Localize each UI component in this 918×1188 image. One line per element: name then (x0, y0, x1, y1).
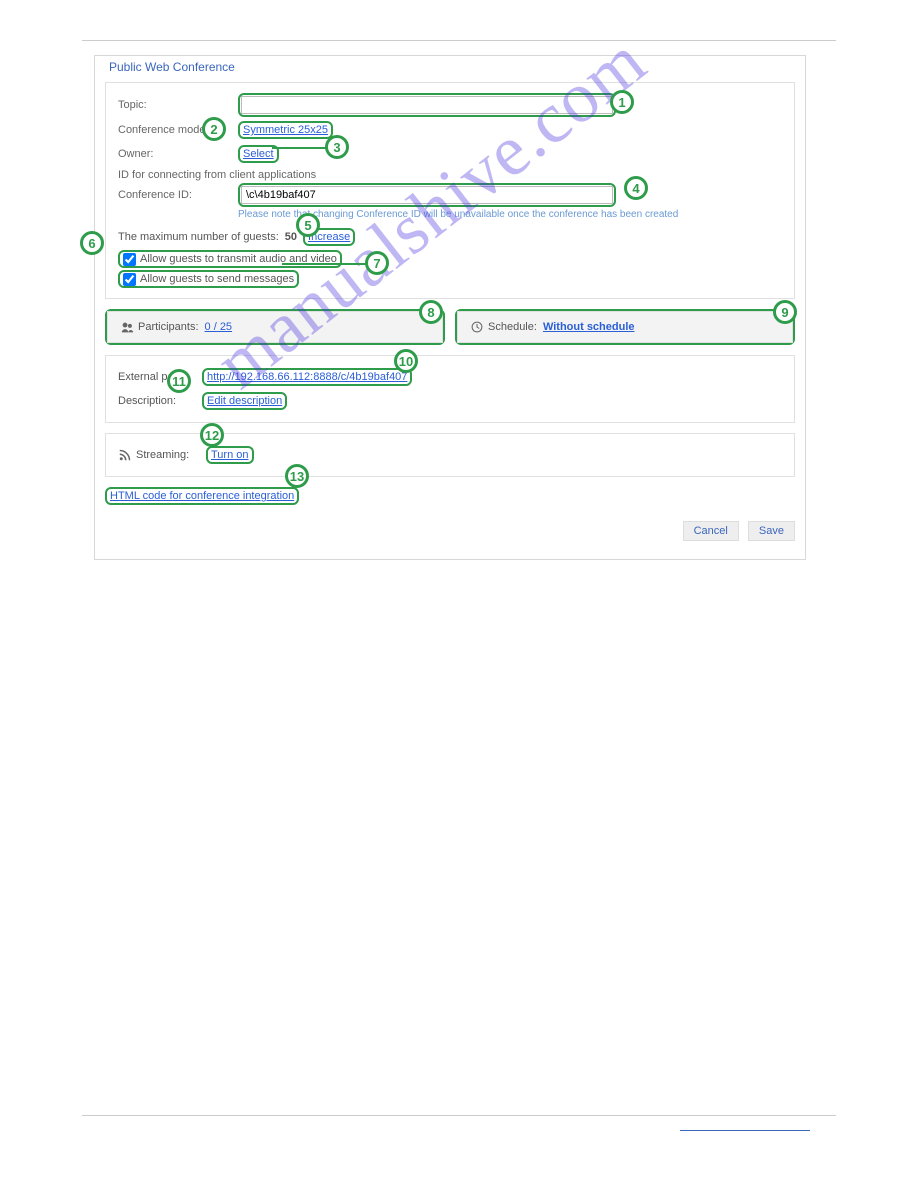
participants-card[interactable]: Participants: 0 / 25 (107, 311, 443, 343)
callout-2: 2 (202, 117, 226, 141)
page-top-rule (82, 40, 836, 41)
callout-6: 6 (80, 231, 104, 255)
callout-3-line (272, 147, 326, 149)
allow-av-checkbox[interactable] (123, 253, 136, 266)
callout-3: 3 (325, 135, 349, 159)
schedule-link[interactable]: Without schedule (543, 320, 635, 334)
footer-rule (82, 1115, 836, 1116)
owner-select-link[interactable]: Select (243, 147, 274, 161)
cancel-button[interactable]: Cancel (683, 521, 739, 541)
label-streaming: Streaming: (136, 449, 206, 461)
mode-link[interactable]: Symmetric 25x25 (243, 123, 328, 137)
clock-icon (470, 320, 484, 334)
label-owner: Owner: (118, 148, 238, 160)
section-main: Topic: Conference mode: Symmetric 25x25 … (105, 82, 795, 299)
callout-10: 10 (394, 349, 418, 373)
label-max-guests: The maximum number of guests: (118, 231, 279, 243)
label-schedule: Schedule: (488, 320, 537, 334)
max-guests-value: 50 (285, 231, 297, 243)
participants-icon (120, 320, 134, 334)
cards-row: Participants: 0 / 25 Schedule: Without s… (105, 309, 795, 345)
label-description: Description: (118, 395, 202, 407)
callout-7: 7 (365, 251, 389, 275)
callout-13: 13 (285, 464, 309, 488)
ext-page-link[interactable]: http://192.168.66.112:8888/c/4b19baf407 (207, 370, 407, 384)
label-participants: Participants: (138, 320, 199, 334)
edit-description-link[interactable]: Edit description (207, 394, 282, 408)
html-code-link[interactable]: HTML code for conference integration (110, 489, 294, 503)
callout-1: 1 (610, 90, 634, 114)
callout-9: 9 (773, 300, 797, 324)
callout-11: 11 (167, 369, 191, 393)
save-button[interactable]: Save (748, 521, 795, 541)
panel-title: Public Web Conference (109, 60, 795, 74)
callout-4: 4 (624, 176, 648, 200)
allow-msg-checkbox[interactable] (123, 273, 136, 286)
footer-link-rule (680, 1130, 810, 1131)
button-row: Cancel Save (105, 521, 795, 541)
conf-id-input[interactable] (241, 186, 613, 204)
label-conf-id: Conference ID: (118, 189, 238, 201)
conf-id-note: Please note that changing Conference ID … (238, 209, 782, 220)
topic-input[interactable] (241, 96, 613, 114)
streaming-link[interactable]: Turn on (211, 448, 249, 462)
callout-8: 8 (419, 300, 443, 324)
label-topic: Topic: (118, 99, 238, 111)
id-hint: ID for connecting from client applicatio… (118, 169, 782, 181)
conference-panel: Public Web Conference Topic: Conference … (94, 55, 806, 560)
callout-5: 5 (296, 213, 320, 237)
callout-7-line (282, 263, 366, 265)
callout-12: 12 (200, 423, 224, 447)
schedule-card[interactable]: Schedule: Without schedule (457, 311, 793, 343)
section-external: External page: http://192.168.66.112:888… (105, 355, 795, 423)
rss-icon (118, 448, 132, 462)
label-allow-msg: Allow guests to send messages (140, 272, 294, 286)
participants-link[interactable]: 0 / 25 (205, 320, 233, 334)
